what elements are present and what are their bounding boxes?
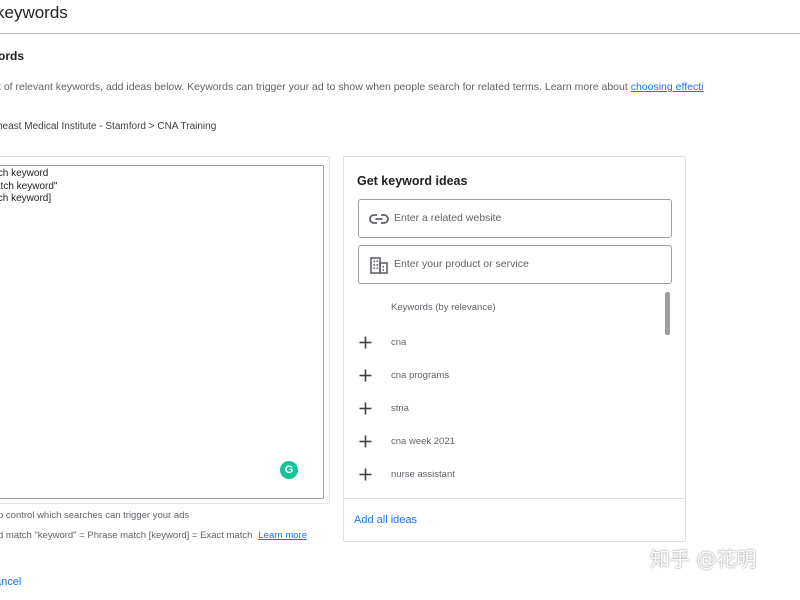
building-icon	[370, 257, 388, 274]
keyword-line: atch keyword"	[0, 180, 58, 192]
plus-icon[interactable]	[359, 402, 372, 415]
keyword-idea-label: cna week 2021	[391, 436, 455, 447]
plus-icon[interactable]	[359, 468, 372, 481]
keyword-entry-panel: tch keyword atch keyword" tch keyword] G	[0, 156, 330, 504]
keyword-idea-row[interactable]: cna programs	[356, 366, 656, 386]
keyword-idea-label: cna	[391, 337, 407, 348]
panel-divider	[344, 498, 685, 499]
breadcrumb: heast Medical Institute - Stamford > CNA…	[0, 121, 217, 132]
keyword-line: tch keyword	[0, 168, 49, 179]
page-header: keywords	[0, 0, 800, 34]
page-title: keywords	[0, 3, 68, 22]
keyword-idea-label: stna	[391, 403, 409, 414]
watermark-text: 知乎 @花明	[650, 547, 757, 571]
link-icon	[369, 214, 389, 224]
add-all-ideas-button[interactable]: Add all ideas	[354, 514, 417, 526]
match-types-text: d match "keyword" = Phrase match [keywor…	[0, 530, 307, 541]
description-body: t of relevant keywords, add ideas below.…	[0, 81, 631, 93]
keyword-ideas-panel: Get keyword ideas Keywords (by relevance…	[343, 156, 686, 542]
keyword-idea-row[interactable]: stna	[356, 399, 656, 419]
keyword-idea-row[interactable]: nurse assistant	[356, 465, 656, 485]
grammarly-icon[interactable]: G	[280, 461, 298, 479]
match-types-body: d match "keyword" = Phrase match [keywor…	[0, 530, 253, 541]
plus-icon[interactable]	[359, 336, 372, 349]
plus-icon[interactable]	[359, 435, 372, 448]
product-service-field[interactable]	[358, 245, 672, 284]
helper-text: p control which searches can trigger you…	[0, 510, 190, 521]
keyword-idea-row[interactable]: cna	[356, 333, 656, 353]
ideas-scrollbar[interactable]	[665, 292, 670, 335]
related-website-field[interactable]	[358, 199, 672, 238]
keyword-line: tch keyword]	[0, 193, 52, 204]
keywords-textarea[interactable]: tch keyword atch keyword" tch keyword] G	[0, 165, 324, 499]
keywords-list-header: Keywords (by relevance)	[391, 302, 496, 313]
keyword-idea-row[interactable]: cna week 2021	[356, 432, 656, 452]
product-service-input[interactable]	[394, 254, 664, 274]
section-title: ords	[0, 49, 25, 63]
learn-more-link[interactable]: Learn more	[258, 530, 307, 541]
keyword-idea-label: cna programs	[391, 370, 450, 381]
related-website-input[interactable]	[394, 208, 664, 228]
choosing-effective-keywords-link[interactable]: choosing effecti	[631, 81, 704, 93]
cancel-button[interactable]: ancel	[0, 576, 21, 588]
description-text: t of relevant keywords, add ideas below.…	[0, 81, 800, 93]
plus-icon[interactable]	[359, 369, 372, 382]
keyword-ideas-title: Get keyword ideas	[357, 174, 468, 188]
keyword-idea-label: nurse assistant	[391, 469, 455, 480]
